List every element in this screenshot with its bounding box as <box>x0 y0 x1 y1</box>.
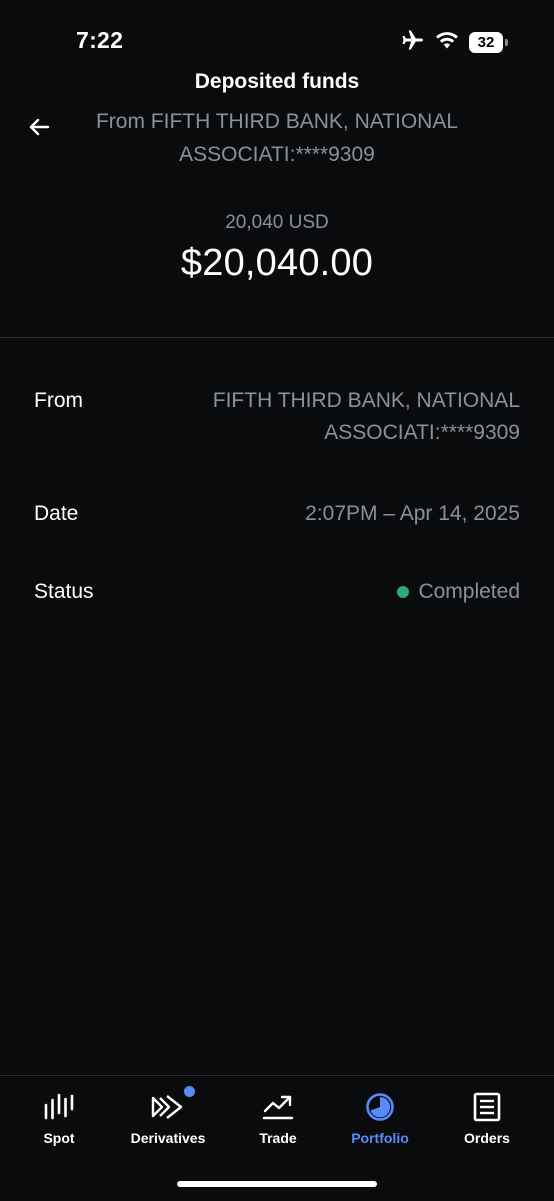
back-button[interactable] <box>22 110 56 144</box>
amount-native: 20,040 USD <box>225 212 329 233</box>
tab-orders-label: Orders <box>464 1130 510 1146</box>
trade-chart-icon <box>261 1090 295 1124</box>
status-label: Status <box>34 580 94 603</box>
status-value: Completed <box>418 580 520 603</box>
wifi-icon <box>435 31 459 54</box>
tab-spot[interactable]: Spot <box>29 1076 89 1156</box>
airplane-icon <box>401 29 425 56</box>
spot-chart-icon <box>42 1090 76 1124</box>
tab-spot-label: Spot <box>43 1130 75 1146</box>
tab-orders[interactable]: Orders <box>455 1076 519 1156</box>
detail-row-status: Status Completed <box>34 576 520 608</box>
status-icons: 32 <box>401 29 508 56</box>
tab-trade-label: Trade <box>259 1130 297 1146</box>
status-time: 7:22 <box>76 27 124 53</box>
orders-list-icon <box>470 1090 504 1124</box>
from-label: From <box>34 389 83 412</box>
date-label: Date <box>34 502 79 525</box>
tab-trade[interactable]: Trade <box>248 1076 308 1156</box>
home-indicator <box>177 1181 377 1187</box>
battery-icon: 32 <box>469 32 508 53</box>
derivatives-icon <box>151 1086 195 1124</box>
tab-portfolio-label: Portfolio <box>351 1130 409 1146</box>
battery-level: 32 <box>469 32 503 53</box>
page-subtitle: From FIFTH THIRD BANK, NATIONAL ASSOCIAT… <box>95 110 459 166</box>
tab-derivatives-label: Derivatives <box>130 1130 206 1146</box>
status-badge: Completed <box>397 576 520 608</box>
date-value: 2:07PM – Apr 14, 2025 <box>305 502 520 525</box>
detail-row-date: Date 2:07PM – Apr 14, 2025 <box>34 498 520 530</box>
tab-portfolio[interactable]: Portfolio <box>340 1076 420 1156</box>
status-dot-icon <box>397 586 410 598</box>
from-value: FIFTH THIRD BANK, NATIONAL ASSOCIATI:***… <box>212 389 520 444</box>
divider <box>0 337 554 338</box>
tab-derivatives[interactable]: Derivatives <box>120 1076 216 1156</box>
notification-badge <box>184 1086 195 1097</box>
amount-fiat: $20,040.00 <box>180 242 374 284</box>
amount-summary: 20,040 USD $20,040.00 <box>0 212 554 285</box>
page-title: Deposited funds <box>194 70 360 93</box>
back-arrow-icon <box>29 118 50 136</box>
portfolio-pie-icon <box>363 1090 397 1124</box>
detail-row-from: From FIFTH THIRD BANK, NATIONAL ASSOCIAT… <box>34 385 520 449</box>
page-header: Deposited funds From FIFTH THIRD BANK, N… <box>0 66 554 171</box>
